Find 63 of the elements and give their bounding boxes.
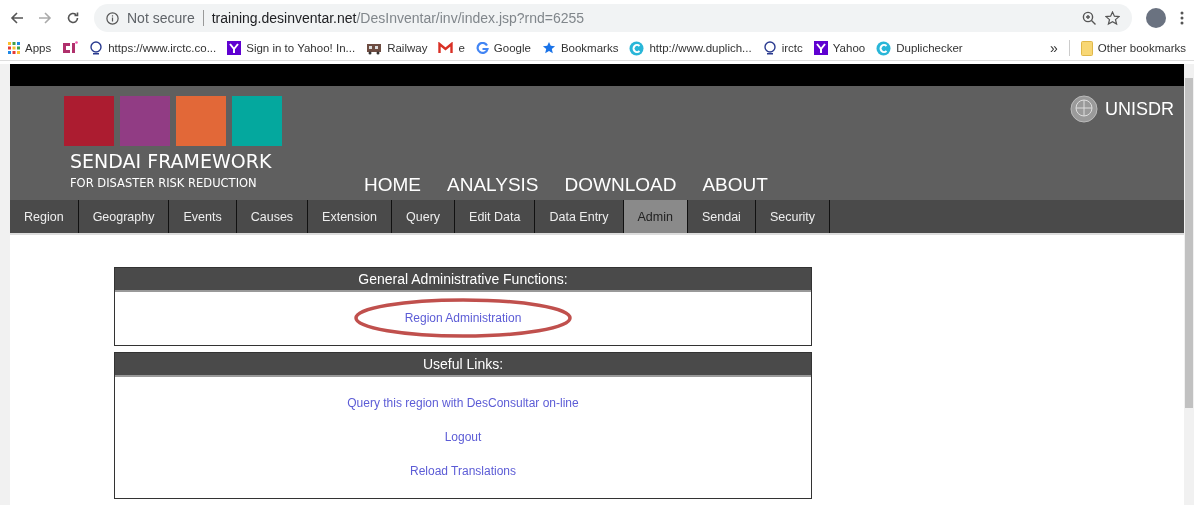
bookmark[interactable]: irctc bbox=[762, 41, 803, 55]
yahoo-icon bbox=[227, 41, 242, 55]
c-logo-icon bbox=[876, 40, 892, 56]
emblem-icon bbox=[762, 41, 777, 55]
address-bar[interactable]: Not secure training.desinventar.net/DesInventar/inv/index.jsp?rnd=6255 bbox=[94, 4, 1132, 32]
admin-link[interactable]: Logout bbox=[444, 430, 482, 444]
star-icon bbox=[541, 41, 556, 55]
logo-subtitle: FOR DISASTER RISK REDUCTION bbox=[70, 176, 258, 190]
admin-link[interactable]: Reload Translations bbox=[409, 464, 517, 478]
apps-button[interactable]: Apps bbox=[8, 42, 52, 54]
star-icon[interactable] bbox=[1105, 10, 1120, 26]
back-icon[interactable] bbox=[10, 11, 24, 25]
mail-icon bbox=[438, 42, 454, 54]
nav-tab[interactable]: Data Entry bbox=[535, 200, 624, 233]
admin-link[interactable]: Query this region with DesConsultar on-line bbox=[347, 396, 579, 410]
globe-emblem-icon bbox=[1069, 94, 1099, 124]
info-icon bbox=[106, 11, 119, 25]
nav-tab[interactable]: Geography bbox=[78, 200, 170, 233]
nav-tab[interactable]: Events bbox=[169, 200, 237, 233]
panel-header: Useful Links: bbox=[115, 353, 811, 377]
menu-link[interactable]: ANALYSIS bbox=[447, 174, 539, 196]
url-path: /DesInventar/inv/index.jsp?rnd=6255 bbox=[356, 10, 585, 26]
admin-link[interactable]: Region Administration bbox=[404, 311, 522, 325]
ci-logo-icon bbox=[62, 41, 79, 55]
bookmark[interactable] bbox=[62, 41, 79, 55]
menu-link[interactable]: HOME bbox=[364, 174, 421, 196]
nav-tab[interactable]: Region bbox=[10, 200, 79, 233]
security-label: Not secure bbox=[127, 10, 195, 26]
url-host: training.desinventar.net bbox=[211, 10, 357, 26]
bookmark[interactable]: Railway bbox=[366, 41, 428, 55]
org-name: UNISDR bbox=[1105, 98, 1174, 120]
nav-tab[interactable]: Admin bbox=[623, 200, 688, 233]
logo-title: SENDAI FRAMEWORK bbox=[70, 150, 273, 172]
bookmark[interactable]: Bookmarks bbox=[541, 41, 619, 55]
yahoo-icon bbox=[813, 41, 828, 55]
menu-link[interactable]: DOWNLOAD bbox=[564, 174, 677, 196]
bookmark[interactable]: https://www.irctc.co... bbox=[89, 41, 217, 55]
zoom-icon[interactable] bbox=[1082, 10, 1097, 26]
bookmark[interactable]: Sign in to Yahoo! In... bbox=[227, 41, 356, 55]
grid-icon bbox=[8, 42, 20, 54]
nav-tab[interactable]: Causes bbox=[236, 200, 309, 233]
other-bookmarks[interactable]: Other bookmarks bbox=[1080, 40, 1186, 56]
nav-tab[interactable]: Query bbox=[392, 200, 456, 233]
reload-icon[interactable] bbox=[66, 11, 80, 25]
menu-link[interactable]: ABOUT bbox=[702, 174, 768, 196]
bookmark[interactable]: Google bbox=[475, 41, 531, 55]
menu-icon[interactable] bbox=[1180, 11, 1184, 25]
g-logo-icon bbox=[475, 41, 489, 55]
avatar-icon[interactable] bbox=[1146, 8, 1166, 28]
bookmark[interactable]: Duplichecker bbox=[876, 40, 963, 56]
bookmark[interactable]: e bbox=[438, 42, 465, 54]
nav-tab[interactable]: Extension bbox=[308, 200, 392, 233]
train-icon bbox=[366, 41, 383, 55]
nav-tab[interactable]: Sendai bbox=[687, 200, 756, 233]
nav-tab[interactable]: Security bbox=[755, 200, 831, 233]
bookmark[interactable]: http://www.duplich... bbox=[629, 40, 752, 56]
overflow-button[interactable]: » bbox=[1050, 40, 1058, 56]
nav-tab[interactable]: Edit Data bbox=[455, 200, 536, 233]
folder-icon bbox=[1080, 40, 1093, 56]
c-logo-icon bbox=[629, 40, 645, 56]
emblem-icon bbox=[89, 41, 104, 55]
bookmark[interactable]: Yahoo bbox=[813, 41, 866, 55]
panel-header: General Administrative Functions: bbox=[115, 268, 811, 292]
